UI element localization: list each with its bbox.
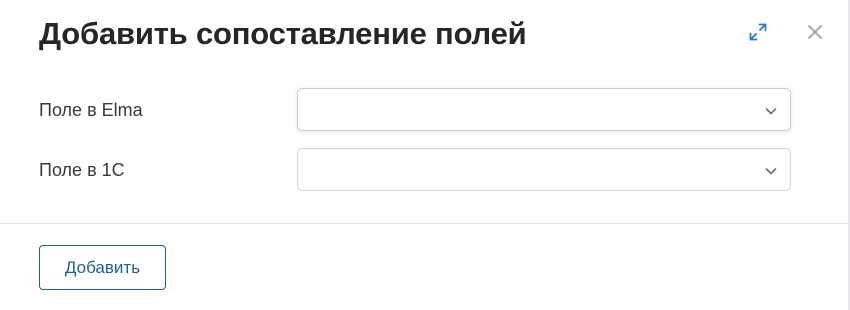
elma-field-label: Поле в Elma <box>39 100 143 120</box>
close-button[interactable] <box>802 19 828 45</box>
dialog-header: Добавить сопоставление полей <box>0 0 850 72</box>
add-button[interactable]: Добавить <box>39 245 166 290</box>
expand-button[interactable] <box>745 19 771 45</box>
add-field-mapping-dialog: Добавить сопоставление полей Поле в Elma… <box>0 0 850 310</box>
1c-field-label: Поле в 1С <box>39 160 125 180</box>
1c-field-select[interactable] <box>297 148 791 191</box>
elma-field-select[interactable] <box>297 88 791 131</box>
footer-divider <box>0 223 848 224</box>
expand-arrows-icon <box>749 23 767 41</box>
chevron-down-icon <box>765 168 777 175</box>
dialog-title: Добавить сопоставление полей <box>39 16 527 51</box>
elma-field-row: Поле в Elma <box>0 88 850 132</box>
close-icon <box>808 25 822 39</box>
1c-field-row: Поле в 1С <box>0 148 850 192</box>
chevron-down-icon <box>765 108 777 115</box>
